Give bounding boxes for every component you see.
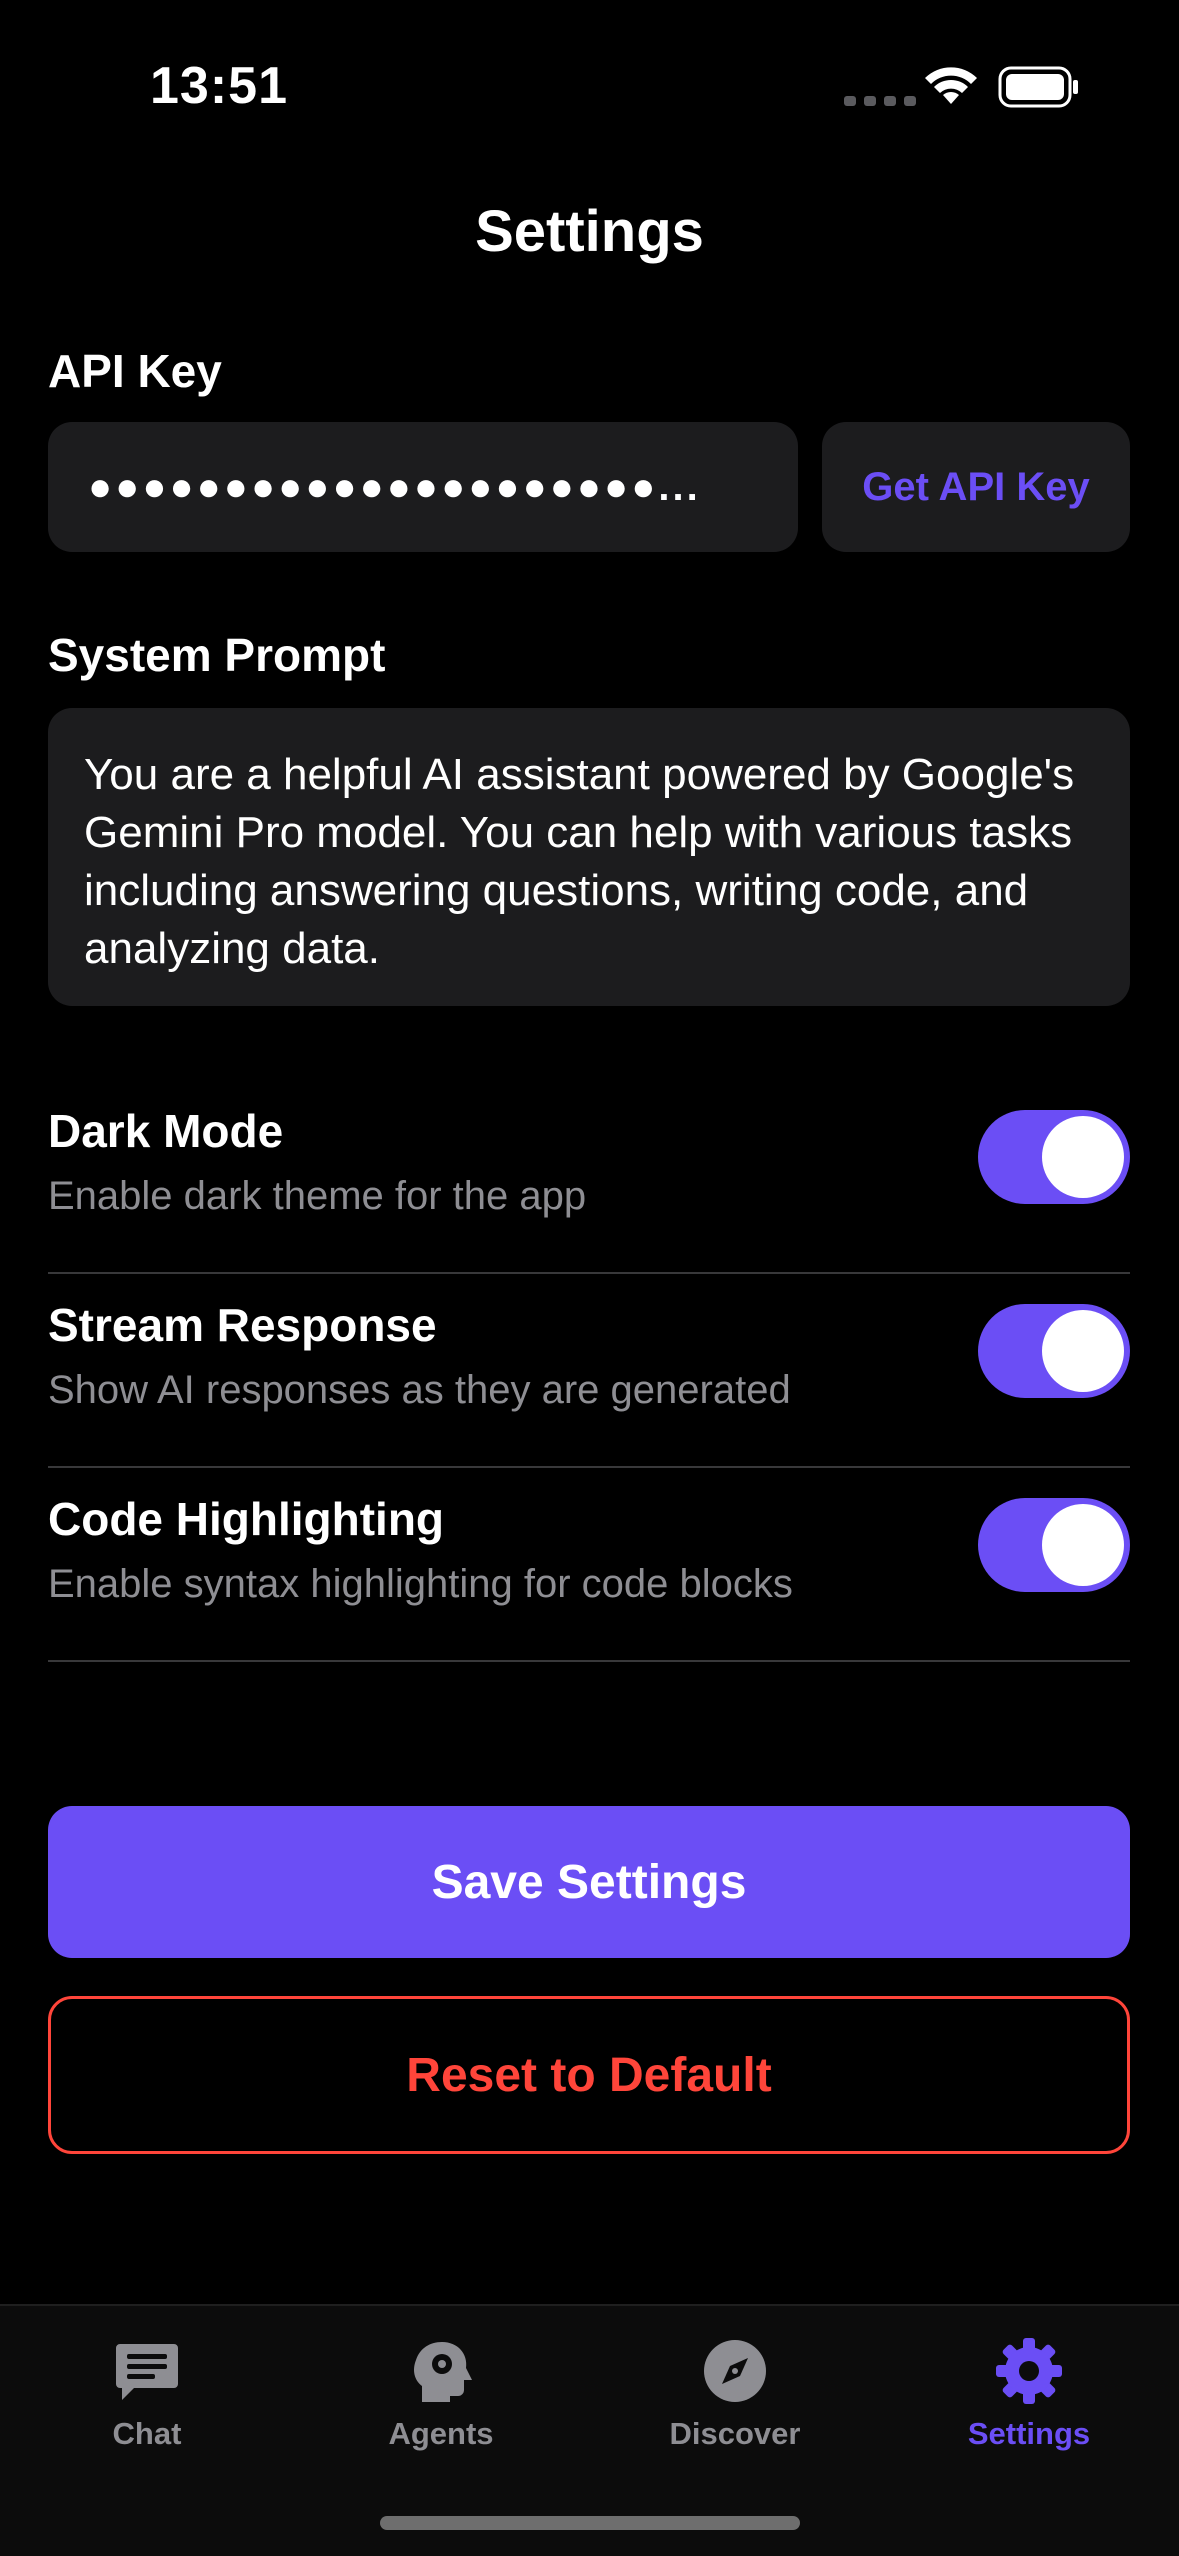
toggle-description: Enable syntax highlighting for code bloc… bbox=[48, 1562, 793, 1606]
system-prompt-textarea[interactable]: You are a helpful AI assistant powered b… bbox=[48, 708, 1130, 1006]
compass-icon bbox=[704, 2340, 766, 2402]
battery-icon bbox=[998, 66, 1078, 108]
dark-mode-toggle[interactable] bbox=[978, 1110, 1130, 1204]
toggle-title: Dark Mode bbox=[48, 1105, 284, 1157]
system-prompt-label: System Prompt bbox=[48, 629, 386, 681]
home-indicator bbox=[380, 2516, 800, 2530]
status-time: 13:51 bbox=[150, 57, 288, 115]
api-key-input[interactable]: ●●●●●●●●●●●●●●●●●●●●●... bbox=[48, 422, 798, 552]
cellular-dots-icon bbox=[844, 96, 916, 106]
toggle-knob bbox=[1042, 1310, 1124, 1392]
tab-label: Agents bbox=[388, 2416, 494, 2451]
get-api-key-button[interactable]: Get API Key bbox=[822, 422, 1130, 552]
tab-settings[interactable]: Settings bbox=[882, 2326, 1176, 2476]
toggle-description: Enable dark theme for the app bbox=[48, 1174, 587, 1218]
tab-discover[interactable]: Discover bbox=[588, 2326, 882, 2476]
tab-label: Settings bbox=[967, 2416, 1091, 2451]
toggle-title: Stream Response bbox=[48, 1299, 437, 1351]
api-key-label: API Key bbox=[48, 345, 222, 397]
toggle-row-stream-response: Stream Response Show AI responses as the… bbox=[48, 1274, 1130, 1468]
toggle-knob bbox=[1042, 1116, 1124, 1198]
toggle-knob bbox=[1042, 1504, 1124, 1586]
toggle-title: Code Highlighting bbox=[48, 1493, 445, 1545]
stream-response-toggle[interactable] bbox=[978, 1304, 1130, 1398]
toggle-description: Show AI responses as they are generated bbox=[48, 1368, 791, 1412]
wifi-icon bbox=[925, 67, 977, 104]
page-title: Settings bbox=[475, 199, 704, 264]
reset-to-default-button[interactable]: Reset to Default bbox=[48, 1996, 1130, 2154]
status-bar: 13:51 bbox=[0, 0, 1179, 150]
settings-screen: 13:51 Settings API Key ●●●●●●●●●●●●●●●●●… bbox=[0, 0, 1179, 2556]
tab-chat[interactable]: Chat bbox=[0, 2326, 294, 2476]
toggle-row-code-highlighting: Code Highlighting Enable syntax highligh… bbox=[48, 1468, 1130, 1662]
save-settings-button[interactable]: Save Settings bbox=[48, 1806, 1130, 1958]
gear-icon bbox=[996, 2338, 1062, 2404]
tab-agents[interactable]: Agents bbox=[294, 2326, 588, 2476]
code-highlighting-toggle[interactable] bbox=[978, 1498, 1130, 1592]
chat-bubble-icon bbox=[116, 2344, 178, 2400]
tab-label: Discover bbox=[669, 2416, 801, 2451]
head-gear-icon bbox=[414, 2342, 472, 2402]
toggle-row-dark-mode: Dark Mode Enable dark theme for the app bbox=[48, 1080, 1130, 1274]
tab-label: Chat bbox=[112, 2416, 182, 2451]
